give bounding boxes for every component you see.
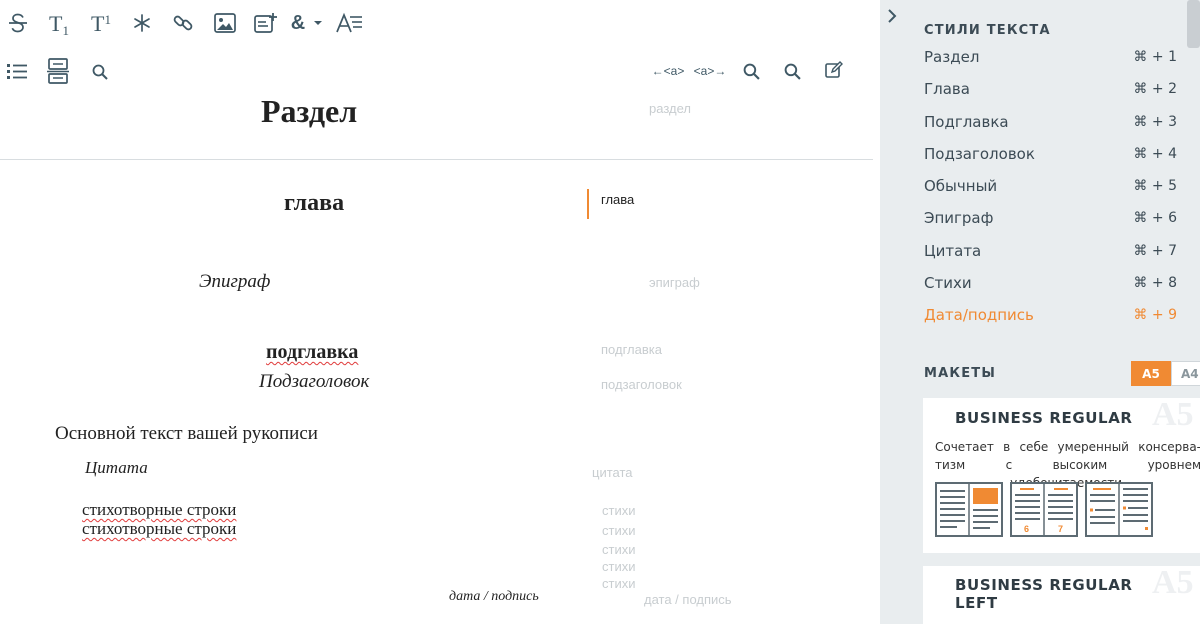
card-watermark: A5 [1152,398,1194,433]
style-item-shortcut: ⌘ + 6 [1133,210,1177,226]
card-title: BUSINESS REGULAR [955,409,1133,427]
style-item[interactable]: Обычный ⌘ + 5 [924,174,1177,198]
style-item-shortcut: ⌘ + 3 [1133,114,1177,130]
style-label-chapter: глава [601,192,635,207]
style-item-shortcut: ⌘ + 5 [1133,178,1177,194]
style-item[interactable]: Глава ⌘ + 2 [924,77,1177,101]
layouts-title: МАКЕТЫ [924,366,997,381]
subscript-icon[interactable]: T1 [44,10,74,38]
collapse-panel-icon[interactable] [882,6,902,26]
prev-link-button[interactable]: ←<a> [648,62,688,80]
style-item[interactable]: Подглавка ⌘ + 3 [924,110,1177,134]
page-number: 7 [1058,524,1064,534]
image-icon[interactable] [212,11,238,35]
signature-text[interactable]: дата / подпись [449,589,539,605]
style-item-shortcut: ⌘ + 1 [1133,49,1177,65]
panel-scrollbar[interactable] [1187,0,1200,48]
style-item-label: Глава [924,80,970,98]
style-item-label: Подзаголовок [924,145,1035,163]
ampersand-icon: & [290,11,306,34]
layout-card[interactable]: A5 BUSINESS REGULAR LEFT [923,566,1200,624]
text-align-icon[interactable] [334,10,364,36]
tab-a5[interactable]: A5 [1131,361,1171,386]
body-text[interactable]: Основной текст вашей рукописи [55,423,318,445]
style-label-epigraph: эпиграф [649,275,700,290]
layout-thumb-numbered [1010,482,1078,537]
superscript-icon[interactable]: T1 [86,10,116,38]
search-icon[interactable] [89,61,111,83]
active-line-marker [587,189,589,219]
style-item-shortcut: ⌘ + 7 [1133,243,1177,259]
style-label-section: раздел [649,101,691,116]
verse-line[interactable]: стихотворные строки [82,519,236,539]
epigraph-text[interactable]: Эпиграф [199,271,270,293]
strikethrough-icon[interactable] [6,11,30,35]
tab-a4[interactable]: A4 [1171,361,1200,386]
styles-title: СТИЛИ ТЕКСТА [924,23,1051,38]
link-icon[interactable] [170,11,196,35]
style-item-shortcut: ⌘ + 8 [1133,275,1177,291]
style-label-quote: цитата [592,465,633,480]
section-divider [0,159,873,160]
chevron-down-icon [314,21,323,25]
style-item[interactable]: Цитата ⌘ + 7 [924,239,1177,263]
style-item-shortcut: ⌘ + 4 [1133,146,1177,162]
editor-area[interactable]: T1 T1 & ←<a> <a>→ Раздел раздел глава гл… [0,0,880,624]
find-icon[interactable] [740,60,762,82]
layout-thumb-text-image [935,482,1003,537]
subheading-text[interactable]: Подзаголовок [259,371,369,393]
list-icon[interactable] [5,60,29,84]
edit-icon[interactable] [822,59,846,81]
verse-line[interactable]: стихотворные строки [82,500,236,520]
next-link-button[interactable]: <a>→ [690,62,730,80]
section-heading[interactable]: Раздел [261,93,357,130]
style-item[interactable]: Эпиграф ⌘ + 6 [924,206,1177,230]
asterisk-icon[interactable] [130,11,154,35]
style-label-signature: дата / подпись [644,592,732,607]
style-label-subheading: подзаголовок [601,377,682,392]
style-item-label: Дата/подпись [924,306,1034,324]
card-watermark: A5 [1152,566,1194,601]
style-item[interactable]: Раздел ⌘ + 1 [924,45,1177,69]
card-title: BUSINESS REGULAR LEFT [955,576,1133,612]
style-label-verse: стихи [602,576,636,591]
add-block-icon[interactable] [252,10,280,36]
style-label-verse: стихи [602,559,636,574]
find-replace-icon[interactable] [781,60,803,82]
layout-thumb-bullets [1085,482,1153,537]
style-item-shortcut: ⌘ + 2 [1133,81,1177,97]
style-item-label: Обычный [924,177,998,195]
style-item-shortcut: ⌘ + 9 [1133,307,1177,323]
style-item-label: Стихи [924,274,972,292]
style-item-label: Подглавка [924,113,1009,131]
layout-card[interactable]: A5 BUSINESS REGULAR Сочетает в себе умер… [923,398,1200,553]
style-item[interactable]: Стихи ⌘ + 8 [924,271,1177,295]
style-item[interactable]: Подзаголовок ⌘ + 4 [924,142,1177,166]
quote-text[interactable]: Цитата [85,458,148,478]
special-chars-dropdown[interactable]: & [286,10,328,36]
chapter-heading[interactable]: глава [284,190,344,217]
style-item-label: Раздел [924,48,980,66]
page-break-icon[interactable] [45,57,71,85]
style-item[interactable]: Дата/подпись ⌘ + 9 [924,303,1177,327]
style-label-verse: стихи [602,542,636,557]
subchapter-heading[interactable]: подглавка [266,341,358,364]
style-label-subchapter: подглавка [601,342,662,357]
style-label-verse: стихи [602,503,636,518]
style-label-verse: стихи [602,523,636,538]
style-item-label: Цитата [924,242,982,260]
style-item-label: Эпиграф [924,209,994,227]
page-number: 6 [1024,524,1030,534]
